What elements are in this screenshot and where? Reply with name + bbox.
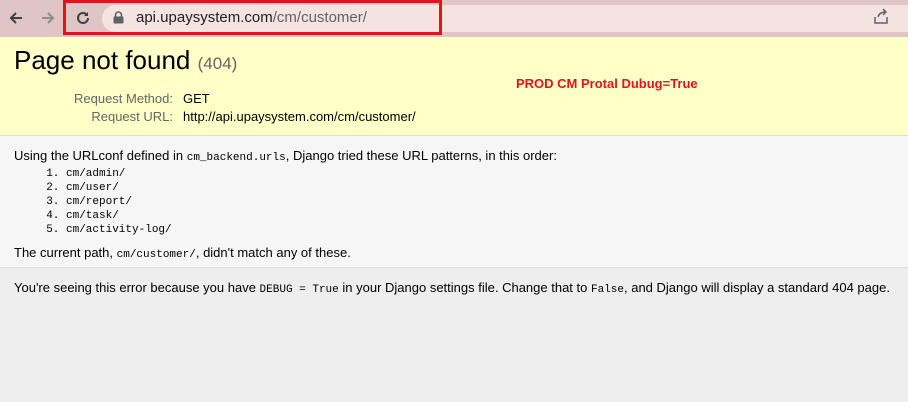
page-title: Page not found (404) (14, 45, 238, 75)
request-method-label: Request Method: (73, 91, 173, 106)
annotation-highlight-box (63, 0, 442, 35)
annotation-text: PROD CM Protal Dubug=True (516, 76, 698, 91)
urlconf-intro: Using the URLconf defined in cm_backend.… (14, 148, 557, 164)
list-item: cm/task/ (66, 209, 172, 223)
error-summary: Page not found (404) Request Method: GET… (0, 37, 908, 136)
request-url-label: Request URL: (91, 109, 173, 124)
false-value: False (590, 284, 624, 296)
forward-button[interactable] (36, 6, 60, 30)
list-item: cm/admin/ (66, 167, 172, 181)
request-method-value: GET (183, 91, 210, 106)
current-path: cm/customer/ (116, 249, 196, 261)
arrow-left-icon (9, 12, 22, 24)
debug-explanation: You're seeing this error because you hav… (14, 280, 890, 296)
current-path-message: The current path, cm/customer/, didn't m… (14, 245, 351, 261)
debug-setting: DEBUG = True (259, 284, 339, 296)
url-pattern-list: cm/admin/ cm/user/ cm/report/ cm/task/ c… (38, 167, 172, 237)
info-section: Using the URLconf defined in cm_backend.… (0, 136, 908, 268)
list-item: cm/activity-log/ (66, 223, 172, 237)
back-button[interactable] (4, 6, 28, 30)
status-code: (404) (197, 54, 238, 73)
share-icon[interactable] (872, 8, 890, 26)
request-url-value: http://api.upaysystem.com/cm/customer/ (183, 109, 416, 124)
urlconf-module: cm_backend.urls (186, 152, 286, 164)
list-item: cm/report/ (66, 195, 172, 209)
list-item: cm/user/ (66, 181, 172, 195)
arrow-right-icon (42, 12, 55, 24)
